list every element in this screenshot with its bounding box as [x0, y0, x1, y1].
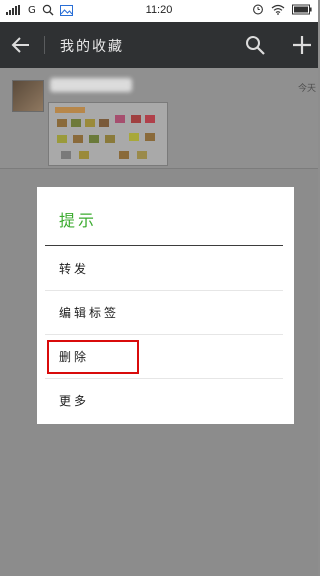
back-arrow-icon[interactable] [10, 34, 32, 56]
avatar [12, 80, 44, 112]
option-forward-label: 转发 [59, 262, 90, 276]
wifi-icon [271, 4, 285, 15]
option-forward[interactable]: 转发 [45, 247, 283, 291]
dialog-title-divider [45, 245, 283, 246]
screenshot-thumbnail[interactable] [48, 102, 168, 166]
blurred-sender-name [50, 78, 132, 92]
option-edit-tags[interactable]: 编辑标签 [45, 291, 283, 335]
prompt-dialog: 提示 转发 编辑标签 删除 更多 [37, 187, 294, 424]
alarm-icon [253, 4, 263, 15]
app-bar: 我的收藏 [0, 22, 318, 68]
option-edit-tags-label: 编辑标签 [59, 306, 120, 320]
battery-icon [292, 4, 312, 14]
page-title: 我的收藏 [60, 39, 124, 55]
dialog-title: 提示 [59, 211, 98, 230]
add-icon[interactable] [290, 33, 314, 57]
status-right-group [252, 3, 312, 15]
option-more[interactable]: 更多 [45, 379, 283, 422]
app-bar-divider [44, 36, 45, 54]
delete-highlight-box [47, 340, 139, 374]
favorite-date: 今天 [297, 84, 316, 94]
status-bar: G 11:20 [0, 0, 318, 22]
favorite-item[interactable]: 今天 [0, 68, 318, 169]
option-more-label: 更多 [59, 394, 90, 408]
search-icon[interactable] [244, 34, 266, 56]
